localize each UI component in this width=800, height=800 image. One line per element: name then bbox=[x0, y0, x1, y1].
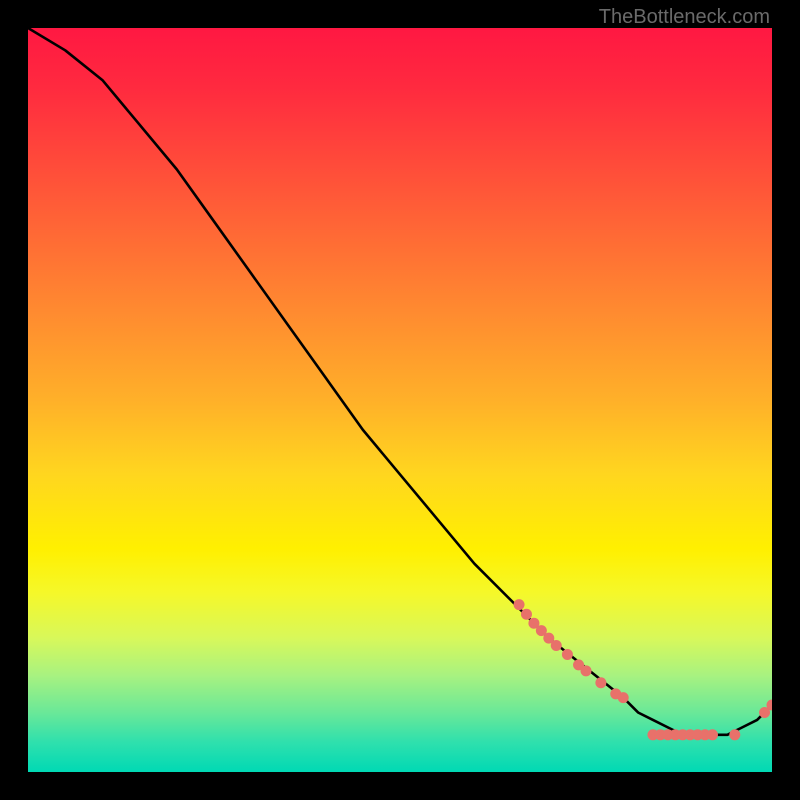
data-marker bbox=[595, 677, 606, 688]
bottleneck-curve bbox=[28, 28, 772, 735]
data-marker bbox=[767, 700, 773, 711]
data-marker bbox=[692, 729, 703, 740]
data-marker bbox=[581, 665, 592, 676]
data-marker bbox=[662, 729, 673, 740]
data-marker bbox=[528, 618, 539, 629]
attribution-text: TheBottleneck.com bbox=[599, 6, 770, 29]
data-marker bbox=[655, 729, 666, 740]
data-marker bbox=[670, 729, 681, 740]
data-marker bbox=[551, 640, 562, 651]
marker-group bbox=[514, 599, 772, 740]
data-marker bbox=[618, 692, 629, 703]
data-marker bbox=[536, 625, 547, 636]
data-marker bbox=[514, 599, 525, 610]
data-marker bbox=[759, 707, 770, 718]
data-marker bbox=[729, 729, 740, 740]
data-marker bbox=[707, 729, 718, 740]
data-marker bbox=[573, 659, 584, 670]
data-marker bbox=[562, 649, 573, 660]
plot-area bbox=[28, 28, 772, 772]
data-marker bbox=[685, 729, 696, 740]
data-marker bbox=[647, 729, 658, 740]
data-marker bbox=[521, 609, 532, 620]
data-marker bbox=[677, 729, 688, 740]
chart-svg bbox=[28, 28, 772, 772]
data-marker bbox=[610, 688, 621, 699]
data-marker bbox=[543, 633, 554, 644]
chart-stage: TheBottleneck.com bbox=[0, 0, 800, 800]
data-marker bbox=[700, 729, 711, 740]
